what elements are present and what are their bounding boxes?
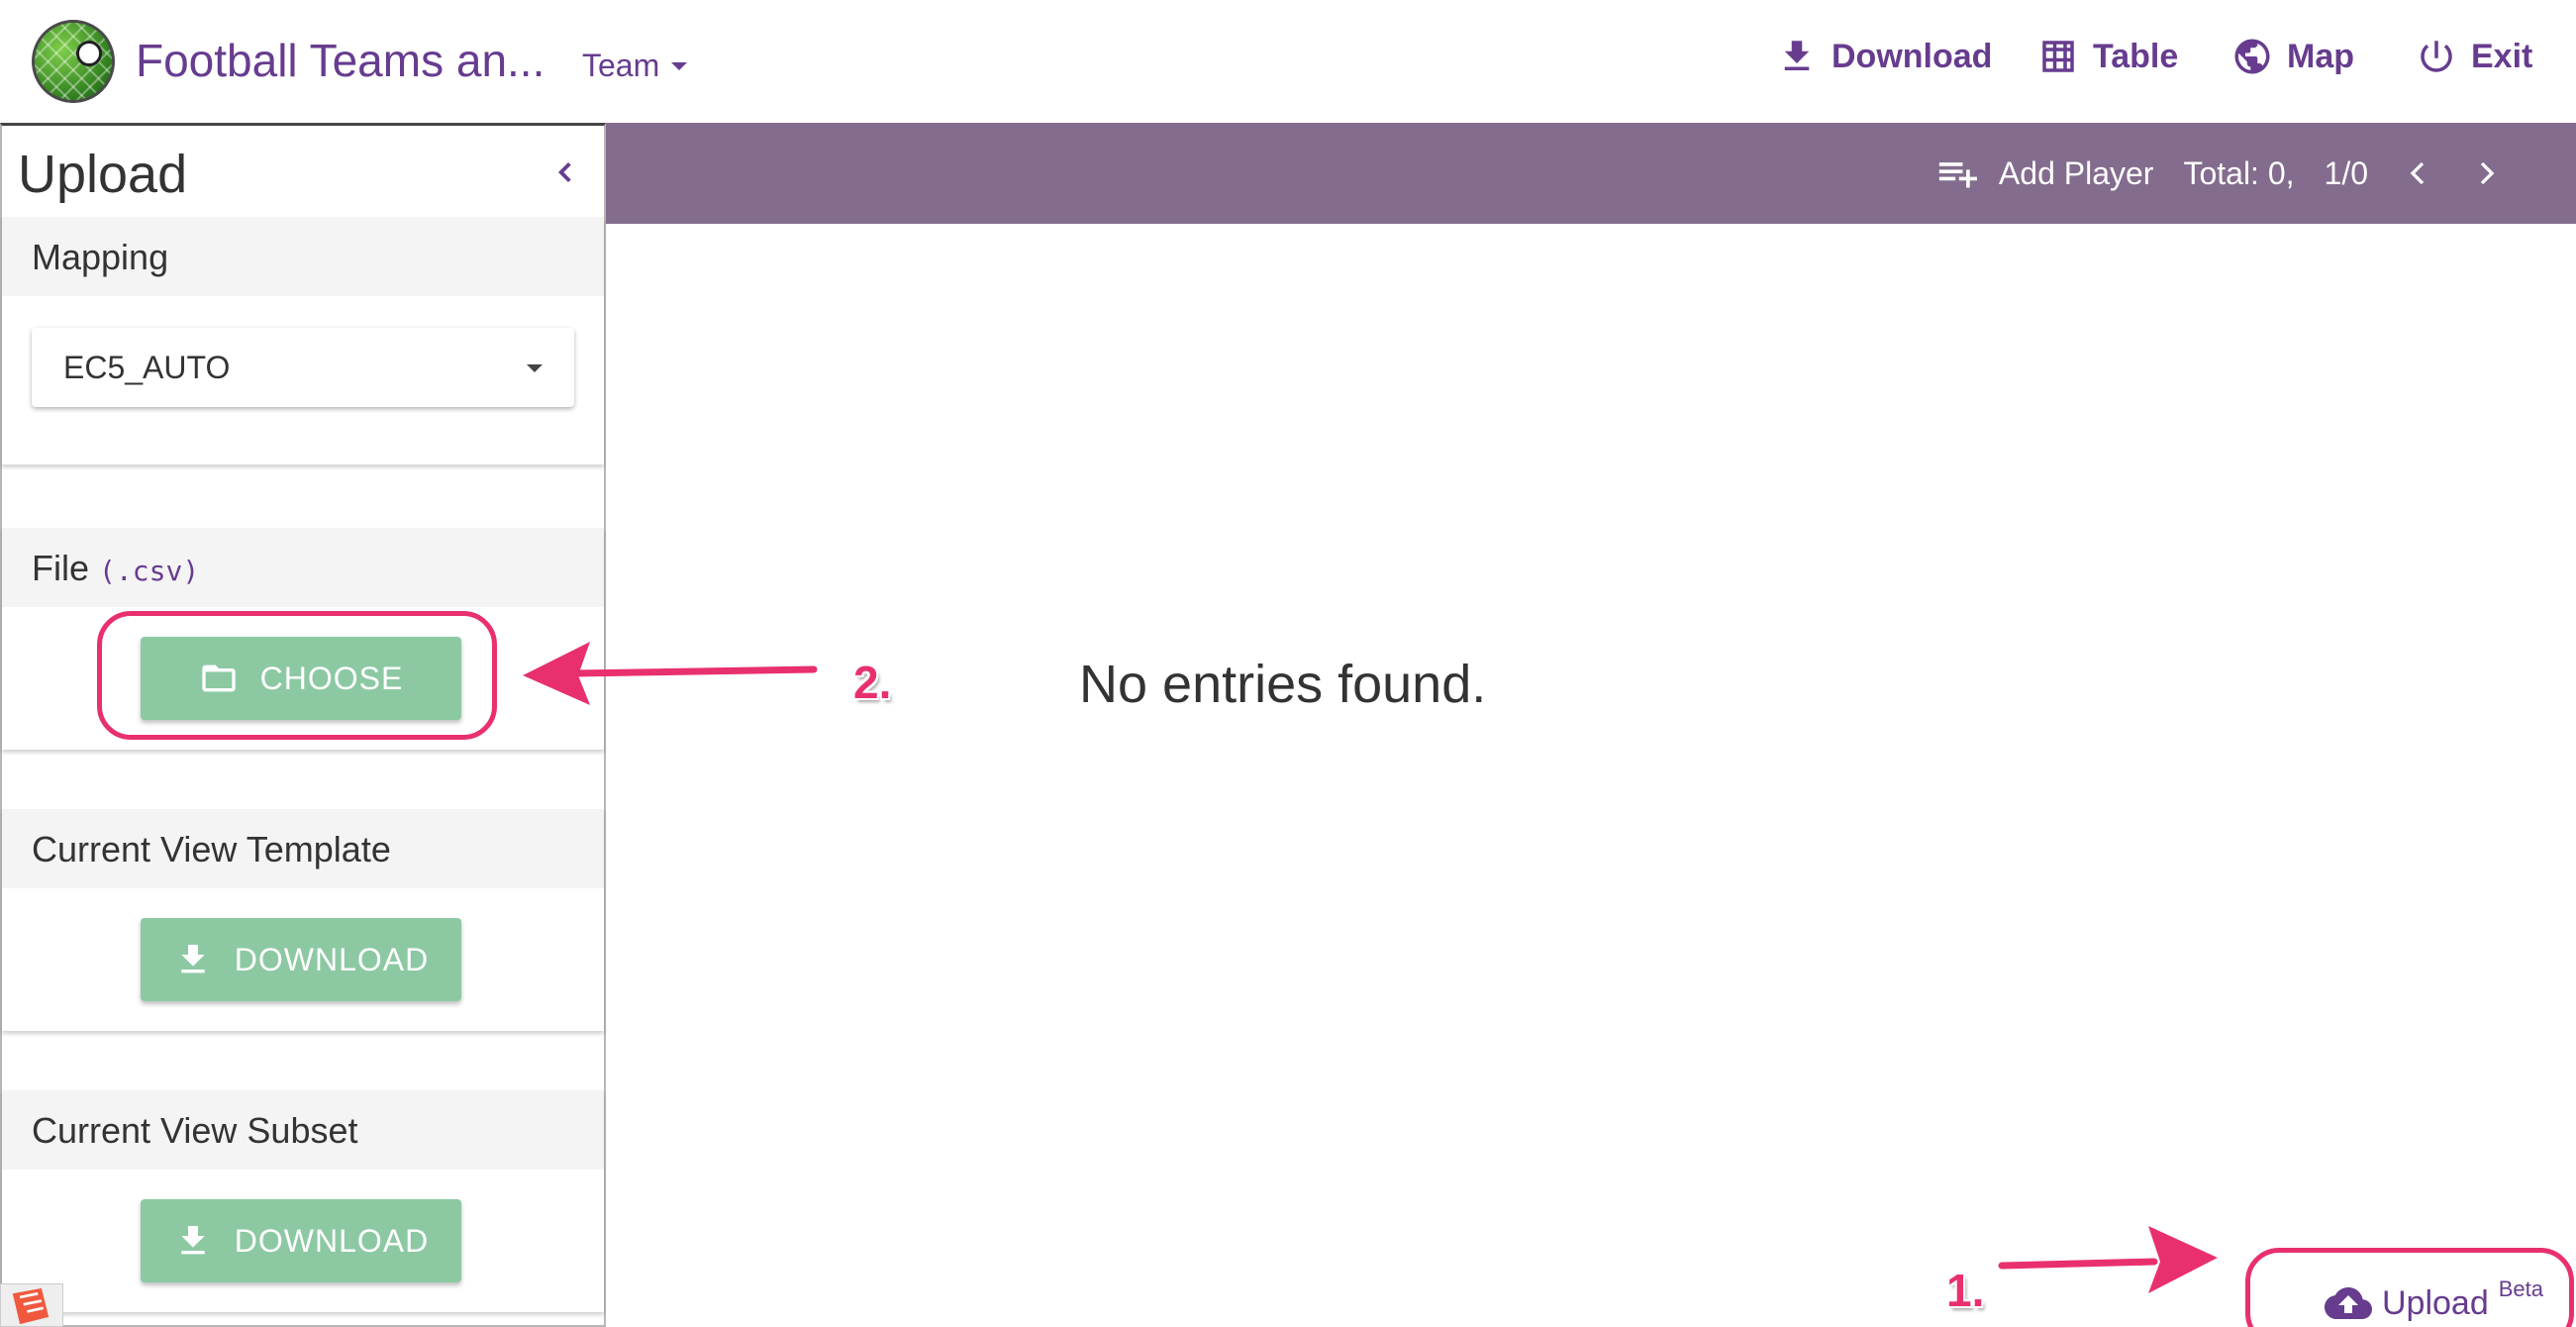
chevron-right-icon <box>2480 161 2495 185</box>
total-count: Total: 0, <box>2183 154 2295 191</box>
download-icon <box>181 945 205 973</box>
nav-download-button[interactable]: Download <box>1776 36 1992 77</box>
empty-state-message: No entries found. <box>1079 655 1487 714</box>
globe-icon <box>2234 39 2270 74</box>
add-player-button[interactable]: Add Player <box>1935 153 2154 193</box>
collapse-panel-button[interactable] <box>552 159 578 185</box>
form-selector-label: Team <box>582 48 660 83</box>
annotation-step-1: 1. <box>1946 1265 1985 1316</box>
entries-toolbar: Add Player Total: 0, 1/0 <box>606 123 2576 224</box>
nav-table-label: Table <box>2093 37 2179 75</box>
previous-page-button[interactable] <box>2398 153 2437 193</box>
download-subset-button[interactable]: DOWNLOAD <box>141 1199 461 1282</box>
mapping-select[interactable]: EC5_AUTO <box>32 328 574 407</box>
caret-down-icon <box>671 61 688 70</box>
power-icon <box>2421 41 2452 72</box>
download-template-button[interactable]: DOWNLOAD <box>141 918 461 1001</box>
upload-panel-title: Upload <box>18 145 188 204</box>
arrow-to-upload <box>1998 1226 2218 1293</box>
subset-heading: Current View Subset <box>2 1090 604 1170</box>
project-title[interactable]: Football Teams an... <box>136 34 545 87</box>
add-player-label: Add Player <box>1998 154 2154 191</box>
next-page-button[interactable] <box>2467 153 2507 193</box>
table-icon <box>2042 41 2074 72</box>
chevron-left-icon <box>557 161 571 183</box>
top-navbar: Football Teams an... Team Download Table… <box>0 0 2576 123</box>
subset-card: Current View Subset DOWNLOAD <box>2 1090 604 1312</box>
file-heading: File (.csv) <box>2 528 604 607</box>
epicollect-icon <box>12 1287 50 1325</box>
nav-exit-button[interactable]: Exit <box>2416 36 2532 77</box>
project-logo[interactable] <box>32 20 115 103</box>
annotation-ring-upload <box>2245 1248 2574 1327</box>
file-extension-hint: (.csv) <box>99 555 200 587</box>
template-heading: Current View Template <box>2 809 604 888</box>
annotation-step-2: 2. <box>853 657 892 708</box>
nav-download-label: Download <box>1832 37 1993 75</box>
playlist-add-icon <box>1938 162 1977 188</box>
nav-exit-label: Exit <box>2471 37 2533 75</box>
mapping-selected-value: EC5_AUTO <box>63 350 231 385</box>
template-card: Current View Template DOWNLOAD <box>2 809 604 1031</box>
form-selector-dropdown[interactable]: Team <box>582 48 688 84</box>
file-heading-label: File <box>32 548 90 588</box>
nav-table-button[interactable]: Table <box>2037 36 2178 77</box>
mapping-card: Mapping EC5_AUTO <box>2 217 604 464</box>
app-badge-icon[interactable] <box>0 1283 63 1327</box>
annotation-ring-choose <box>97 611 497 740</box>
download-icon <box>1784 41 1810 70</box>
chevron-left-icon <box>2410 161 2425 185</box>
download-subset-label: DOWNLOAD <box>234 1222 430 1259</box>
download-template-label: DOWNLOAD <box>234 941 430 977</box>
page-indicator: 1/0 <box>2324 154 2368 191</box>
upload-panel-header: Upload <box>2 126 604 215</box>
nav-map-label: Map <box>2287 37 2354 75</box>
mapping-heading: Mapping <box>2 217 604 296</box>
nav-map-button[interactable]: Map <box>2231 36 2354 77</box>
download-icon <box>181 1226 205 1255</box>
caret-down-icon <box>527 364 543 372</box>
